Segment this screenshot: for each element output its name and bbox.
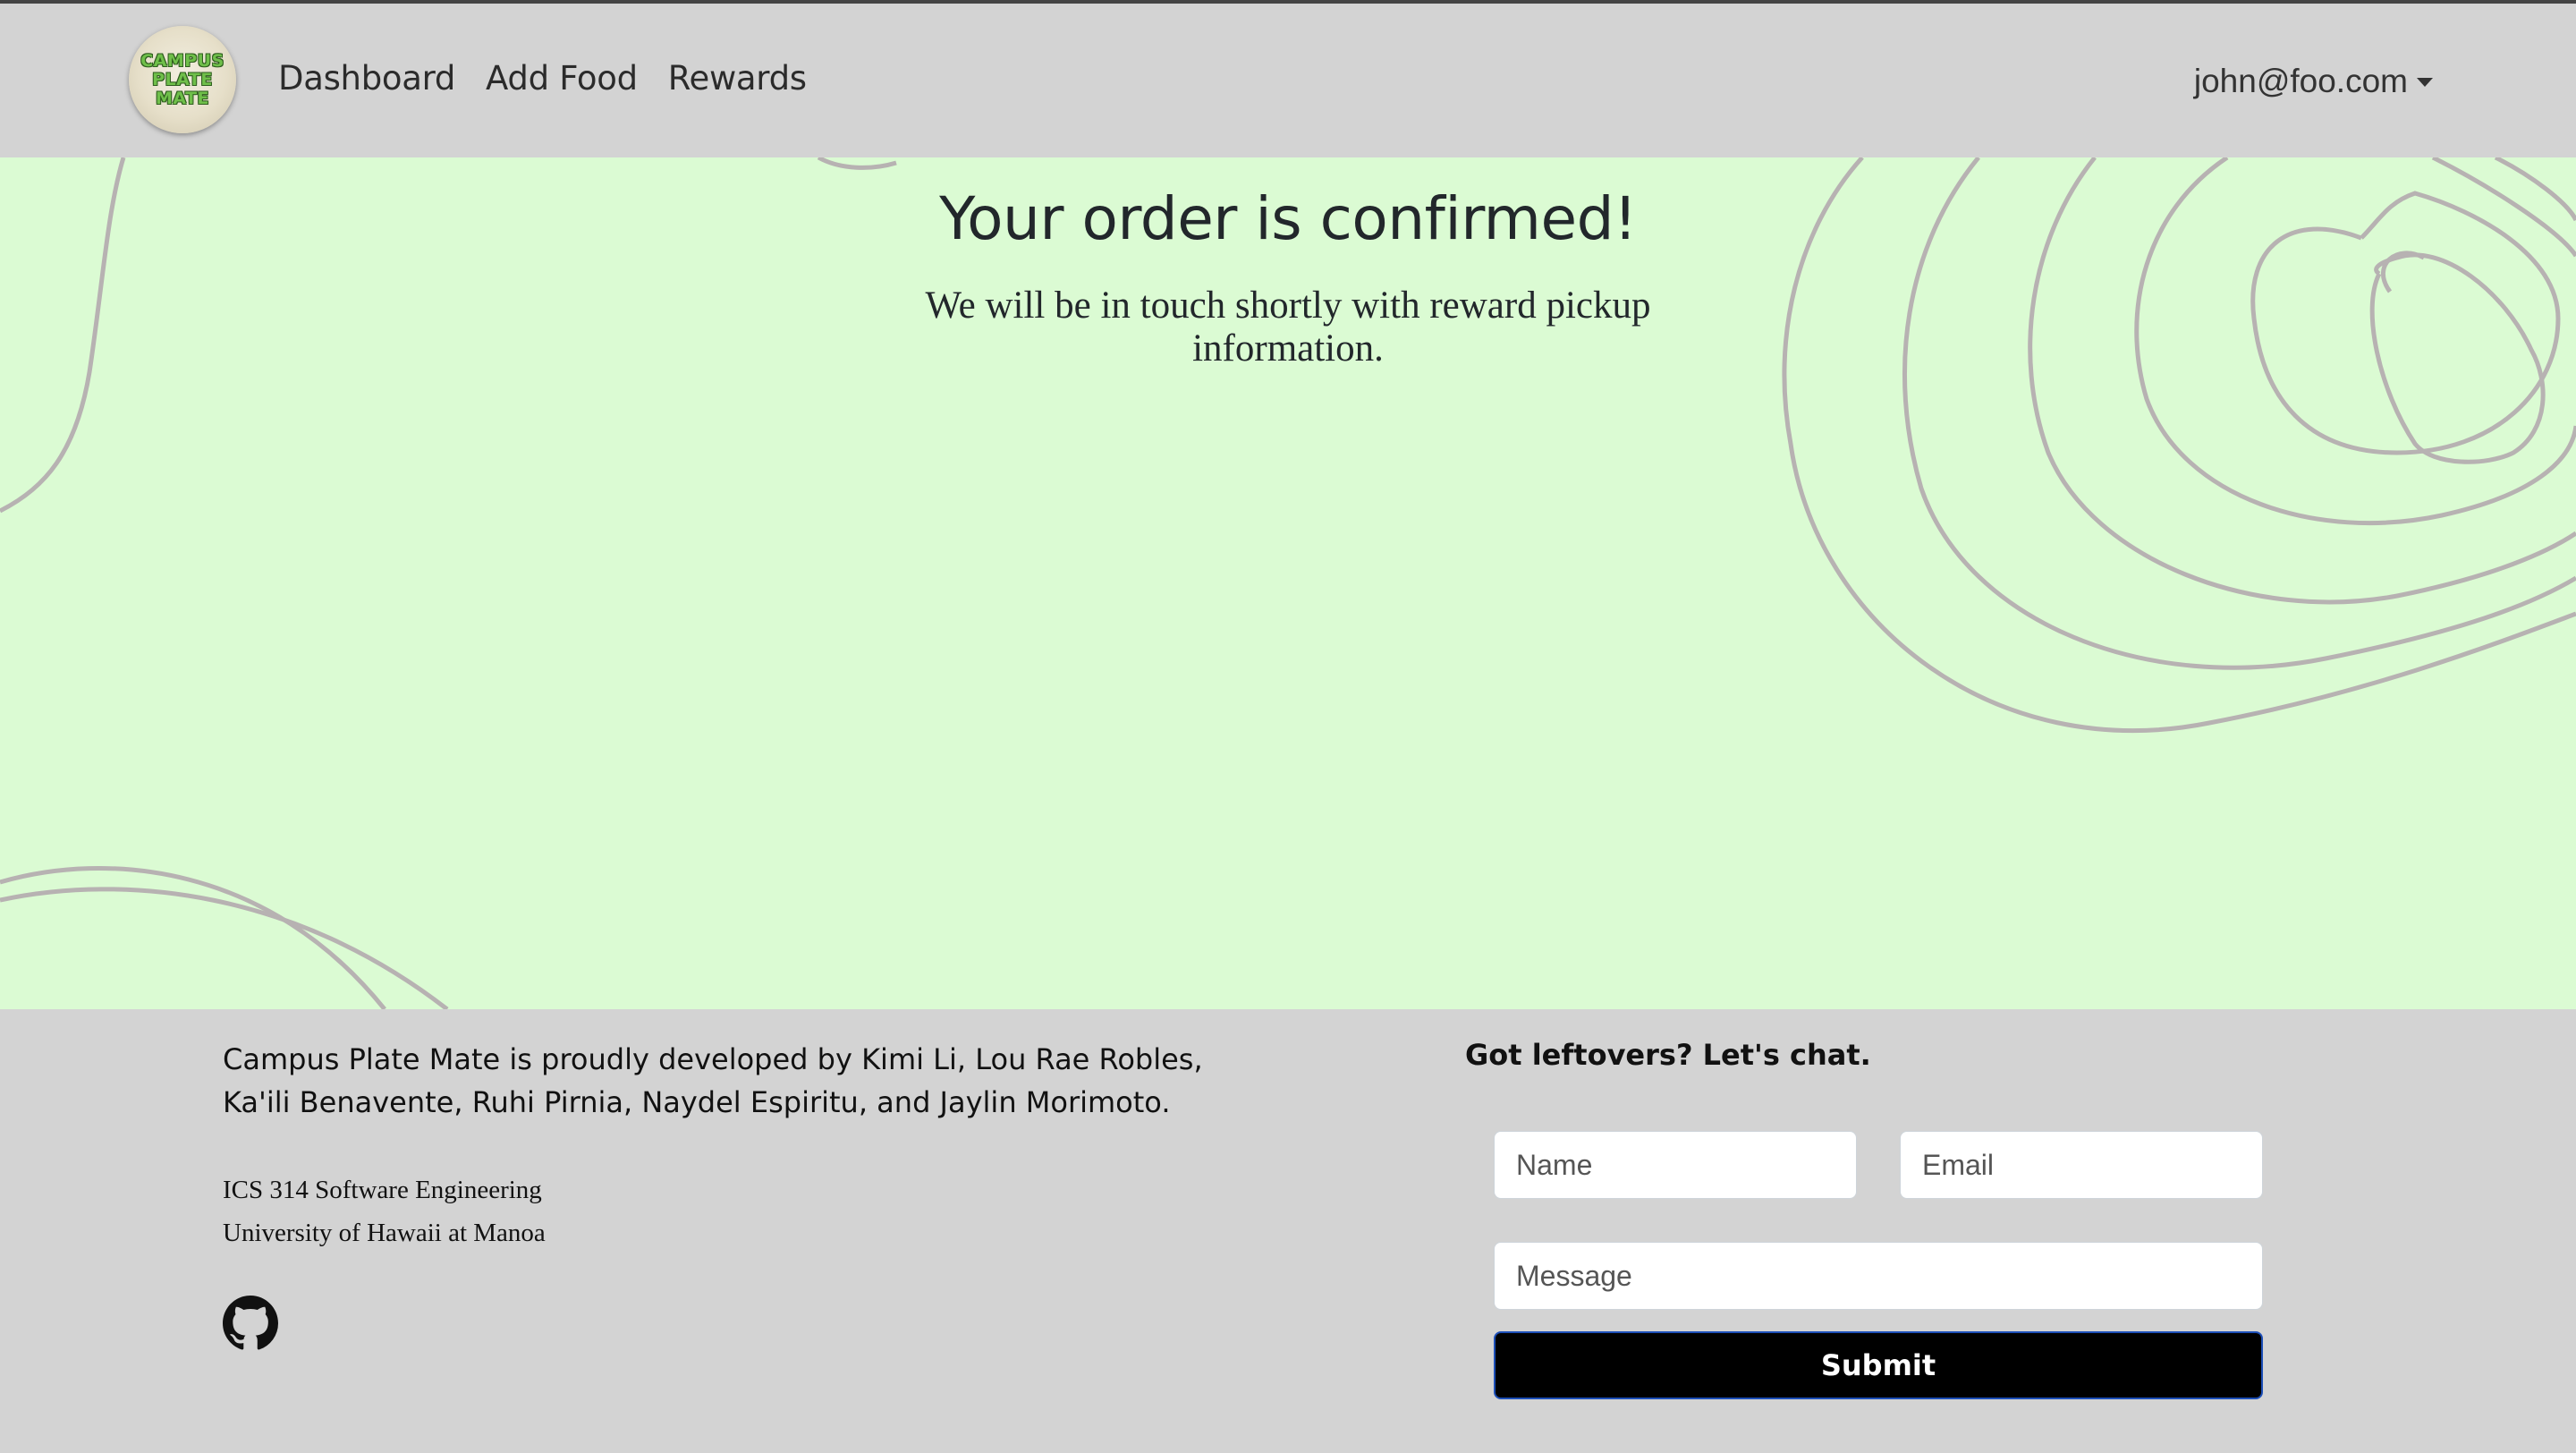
- brand-logo[interactable]: CAMPUS PLATE MATE: [129, 26, 236, 133]
- course-name: ICS 314 Software Engineering: [223, 1176, 542, 1204]
- email-input[interactable]: [1900, 1131, 2263, 1199]
- submit-button[interactable]: Submit: [1494, 1331, 2263, 1399]
- university-name: University of Hawaii at Manoa: [223, 1219, 546, 1247]
- logo-text-line3: MATE: [155, 88, 210, 108]
- name-input[interactable]: [1494, 1131, 1857, 1199]
- nav-add-food-link[interactable]: Add Food: [486, 59, 638, 98]
- user-email: john@foo.com: [2193, 63, 2408, 99]
- caret-down-icon: [2417, 78, 2433, 87]
- course-info: ICS 314 Software Engineering University …: [223, 1168, 546, 1254]
- navbar: CAMPUS PLATE MATE Dashboard Add Food Rew…: [0, 4, 2576, 157]
- message-input[interactable]: [1494, 1242, 2263, 1310]
- confirmation-subtitle: We will be in touch shortly with reward …: [925, 285, 1651, 370]
- nav-rewards-link[interactable]: Rewards: [668, 59, 807, 98]
- nav-dashboard-link[interactable]: Dashboard: [278, 59, 455, 98]
- logo-text-line2: PLATE: [152, 69, 213, 89]
- user-dropdown[interactable]: john@foo.com: [2194, 63, 2433, 100]
- logo-text-line1: CAMPUS: [140, 50, 225, 71]
- main-content: Your order is confirmed! We will be in t…: [0, 157, 2576, 1009]
- developer-credits: Campus Plate Mate is proudly developed b…: [223, 1042, 1203, 1119]
- chat-title: Got leftovers? Let's chat.: [1465, 1038, 1871, 1072]
- github-icon[interactable]: [223, 1296, 278, 1351]
- confirmation-title: Your order is confirmed!: [939, 184, 1637, 253]
- footer: Campus Plate Mate is proudly developed b…: [0, 1009, 2576, 1453]
- nav-links: Dashboard Add Food Rewards: [278, 59, 807, 98]
